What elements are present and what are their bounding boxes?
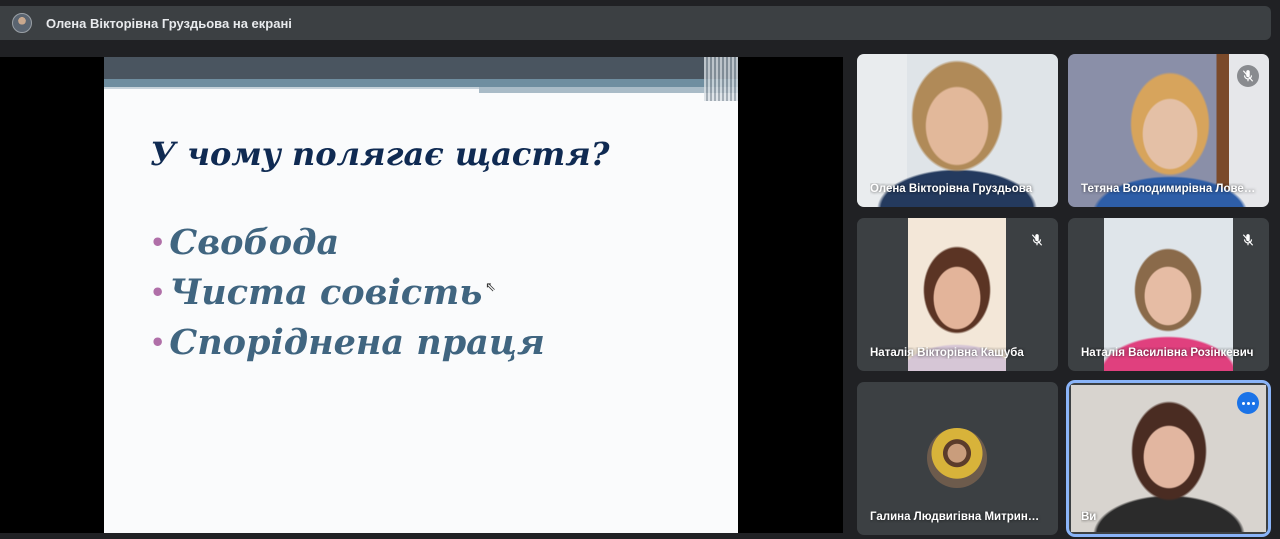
participant-avatar: [927, 428, 987, 488]
slide-bullet-item: • Свобода: [150, 221, 340, 263]
mic-off-icon: [1026, 229, 1048, 251]
slide-header-decoration: [704, 57, 738, 101]
slide-header-band: [104, 79, 738, 87]
bullet-icon: •: [150, 327, 166, 357]
participant-name: Ви: [1081, 511, 1097, 523]
participant-tile[interactable]: Галина Людвигівна Митрин…: [857, 382, 1058, 535]
participant-name: Тетяна Володимирівна Лове…: [1081, 183, 1256, 195]
self-tile[interactable]: Ви: [1066, 380, 1271, 537]
bullet-icon: •: [150, 227, 166, 257]
slide-header-band: [479, 87, 738, 93]
mic-off-icon: [1237, 229, 1259, 251]
shared-screen[interactable]: У чому полягає щастя? • Свобода • Чиста со…: [0, 57, 843, 533]
participant-tile[interactable]: Наталія Василівна Розінкевич: [1068, 218, 1269, 371]
slide-bullet-item: • Споріднена праця: [150, 321, 545, 363]
presentation-slide: У чому полягає щастя? • Свобода • Чиста со…: [104, 57, 738, 533]
slide-title: У чому полягає щастя?: [150, 135, 610, 173]
mouse-cursor-icon: ⇖: [485, 279, 496, 294]
presenter-label: Олена Вікторівна Груздьова на екрані: [46, 15, 292, 31]
participant-tile[interactable]: Олена Вікторівна Груздьова: [857, 54, 1058, 207]
mic-off-icon: [1237, 65, 1259, 87]
presentation-banner: Олена Вікторівна Груздьова на екрані: [0, 6, 1271, 40]
presenter-avatar: [12, 13, 32, 33]
participant-tile[interactable]: Наталія Вікторівна Кашуба: [857, 218, 1058, 371]
participant-name: Галина Людвигівна Митрин…: [870, 511, 1040, 523]
participant-tile[interactable]: Тетяна Володимирівна Лове…: [1068, 54, 1269, 207]
self-video: [1071, 385, 1266, 532]
slide-header-band: [104, 57, 738, 79]
more-options-icon[interactable]: [1237, 392, 1259, 414]
slide-header-band: [104, 87, 479, 89]
participant-name: Наталія Василівна Розінкевич: [1081, 347, 1254, 359]
participant-name: Олена Вікторівна Груздьова: [870, 183, 1033, 195]
participant-name: Наталія Вікторівна Кашуба: [870, 347, 1024, 359]
bullet-icon: •: [150, 277, 166, 307]
